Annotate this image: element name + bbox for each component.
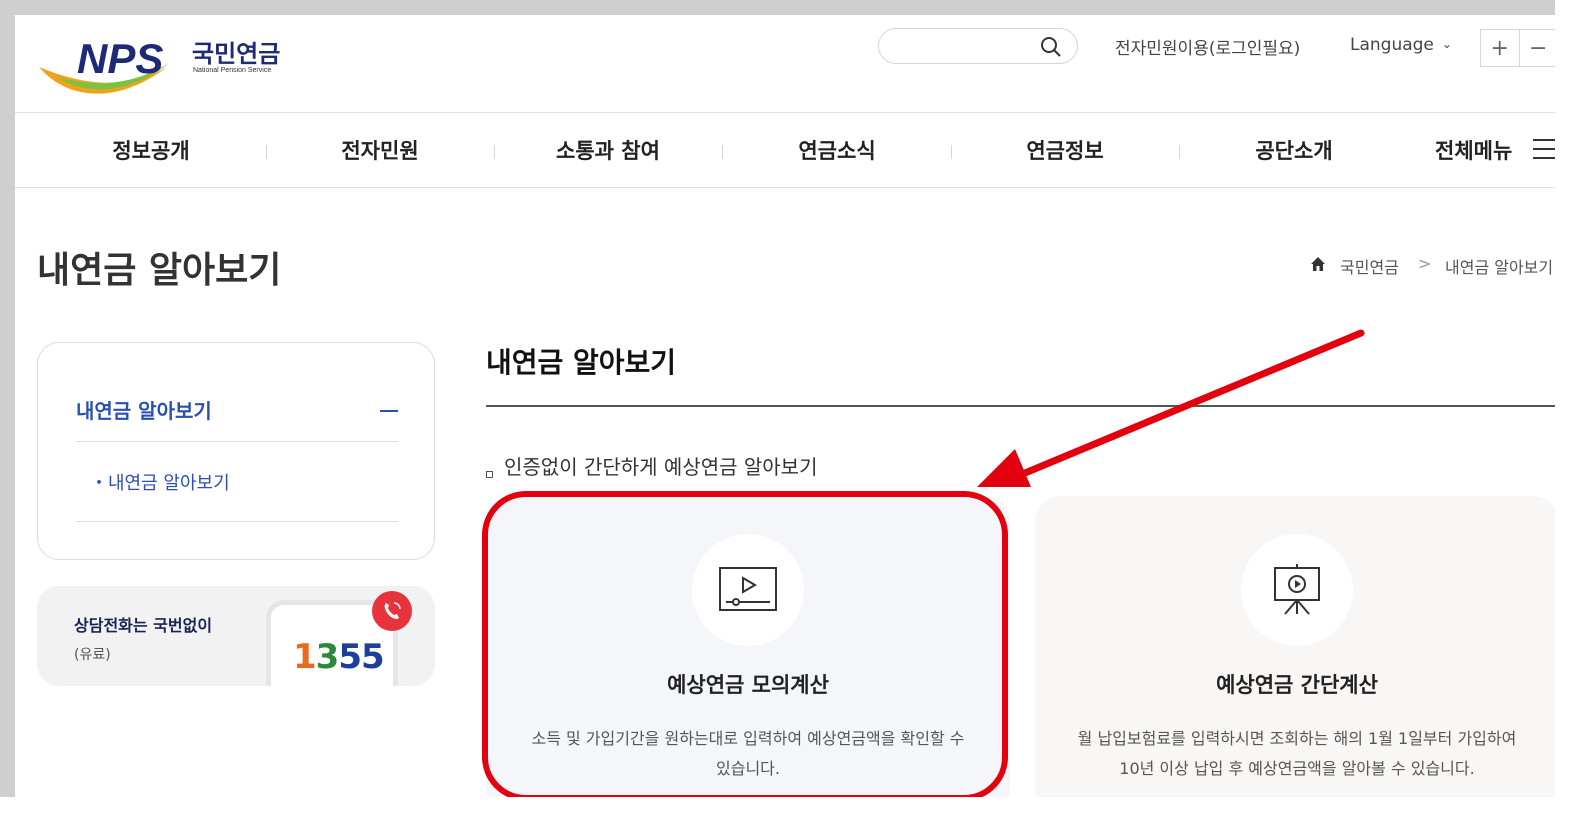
- logo-nps-text: NPS: [77, 35, 163, 82]
- right-margin: [1555, 0, 1572, 814]
- zoom-in-button[interactable]: +: [1481, 30, 1519, 66]
- call-number-digit: 1: [293, 637, 317, 677]
- breadcrumb-separator: >: [1418, 254, 1432, 273]
- section-subheading: 인증없이 간단하게 예상연금 알아보기: [504, 455, 818, 479]
- nps-logo[interactable]: NPS 국민연금 National Pension Service: [37, 25, 307, 105]
- collapse-icon[interactable]: [380, 410, 398, 412]
- nav-divider: [15, 187, 1555, 188]
- side-nav-divider: [76, 521, 398, 522]
- side-nav-divider: [76, 441, 398, 442]
- side-nav: 내연금 알아보기 ・내연금 알아보기: [37, 342, 435, 560]
- nav-item-news[interactable]: 연금소식: [757, 135, 917, 165]
- side-nav-item[interactable]: ・내연금 알아보기: [90, 469, 230, 495]
- nav-item-info[interactable]: 정보공개: [71, 135, 231, 165]
- chevron-down-icon: ⌄: [1441, 37, 1452, 51]
- nav-separator: [1179, 145, 1180, 159]
- square-bullet-icon: [486, 471, 493, 478]
- nav-item-pension-info[interactable]: 연금정보: [985, 135, 1145, 165]
- zoom-control: + −: [1480, 29, 1555, 67]
- highlight-box: [482, 491, 1008, 797]
- card-simple-calculation[interactable]: 예상연금 간단계산 월 납입보험료를 입력하시면 조회하는 해의 1월 1일부터…: [1035, 496, 1555, 797]
- nav-separator: [722, 145, 723, 159]
- call-subtitle: (유료): [74, 647, 111, 663]
- search-icon[interactable]: [1039, 35, 1063, 59]
- zoom-out-button[interactable]: −: [1518, 30, 1556, 66]
- content-divider: [486, 405, 1555, 407]
- nav-separator: [951, 145, 952, 159]
- call-number: 1355: [293, 637, 385, 677]
- nav-item-communication[interactable]: 소통과 참여: [528, 135, 688, 165]
- card-title: 예상연금 간단계산: [1216, 673, 1378, 697]
- search-input[interactable]: [878, 28, 1078, 64]
- call-title: 상담전화는 국번없이: [74, 616, 213, 635]
- page-title: 내연금 알아보기: [37, 250, 282, 291]
- nav-item-civil[interactable]: 전자민원: [300, 135, 460, 165]
- language-selector[interactable]: Language ⌄: [1350, 35, 1452, 55]
- call-banner[interactable]: 상담전화는 국번없이 (유료) 1355: [37, 586, 435, 686]
- call-number-digit: 3: [315, 637, 340, 677]
- side-nav-header[interactable]: 내연금 알아보기: [76, 395, 212, 424]
- phone-icon: [372, 591, 412, 631]
- card-icon-circle: [1241, 534, 1353, 646]
- breadcrumb-item[interactable]: 국민연금: [1340, 254, 1399, 278]
- header-divider: [15, 112, 1555, 113]
- language-label: Language: [1350, 35, 1434, 55]
- civil-service-link[interactable]: 전자민원이용(로그인필요): [1115, 34, 1300, 59]
- call-number-digit: 5: [338, 637, 362, 677]
- card-description: 월 납입보험료를 입력하시면 조회하는 해의 1월 1일부터 가입하여 10년 …: [1077, 729, 1517, 778]
- logo-korean-text: 국민연금: [192, 40, 280, 68]
- logo-english-text: National Pension Service: [193, 67, 271, 74]
- nav-separator: [266, 145, 267, 159]
- breadcrumb-item[interactable]: 내연금 알아보기: [1445, 254, 1553, 278]
- hamburger-icon[interactable]: [1533, 139, 1555, 161]
- bottom-margin: [0, 797, 1572, 814]
- all-menu-button[interactable]: 전체메뉴: [1435, 135, 1512, 165]
- nav-item-about[interactable]: 공단소개: [1214, 135, 1374, 165]
- home-icon[interactable]: [1310, 256, 1326, 272]
- nav-separator: [494, 145, 495, 159]
- content-title: 내연금 알아보기: [486, 346, 677, 379]
- call-number-digit: 5: [361, 637, 385, 677]
- presentation-board-icon: [1274, 564, 1320, 615]
- page-frame: NPS 국민연금 National Pension Service 전자민원이용…: [15, 15, 1555, 797]
